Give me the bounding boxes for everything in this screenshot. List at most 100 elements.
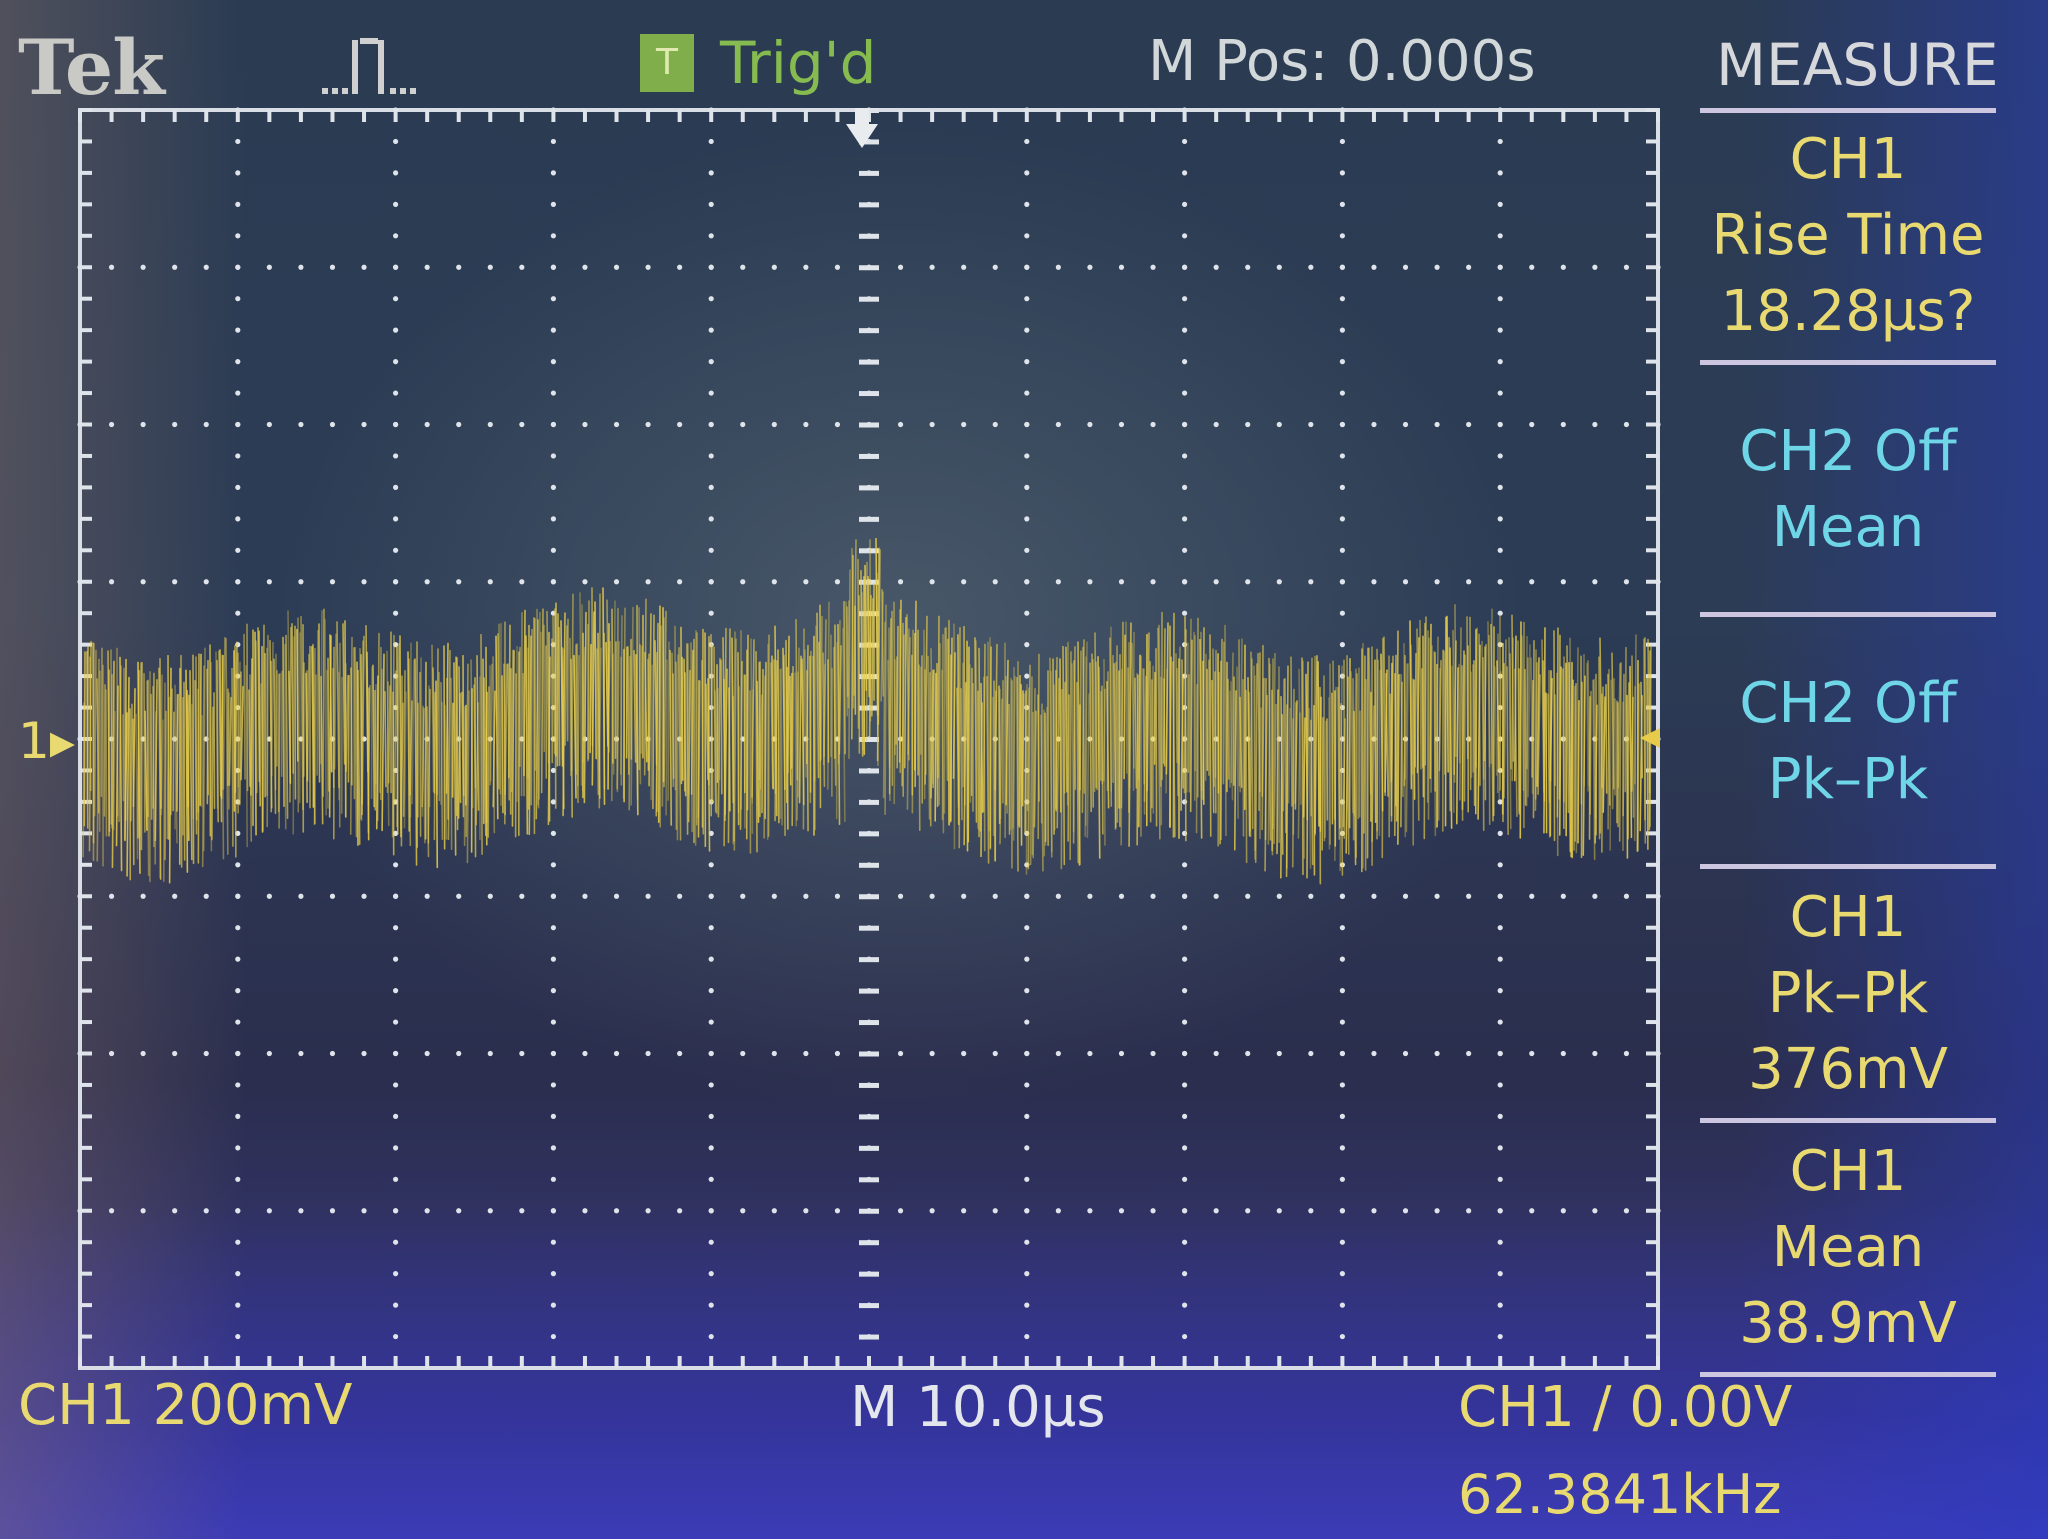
grid-dot xyxy=(519,1208,525,1214)
grid-tick xyxy=(80,328,92,333)
grid-dot xyxy=(708,421,714,428)
grid-dot xyxy=(1024,1019,1030,1025)
trace-segment xyxy=(1259,707,1262,840)
trace-segment xyxy=(846,606,849,698)
grid-dot xyxy=(1024,1271,1030,1277)
grid-dot xyxy=(393,547,399,553)
measurement-value: 38.9mV xyxy=(1739,1291,1957,1356)
trace-segment xyxy=(199,653,202,806)
trace-segment xyxy=(419,671,422,837)
grid-tick xyxy=(78,1356,82,1368)
grid-tick xyxy=(1277,110,1282,122)
grid-dot xyxy=(203,1208,209,1214)
trace-segment xyxy=(1413,679,1416,800)
measurement-ch2-mean[interactable]: CH2 Off Mean xyxy=(1700,414,1996,566)
grid-dot xyxy=(708,1082,714,1088)
grid-tick xyxy=(80,1114,92,1119)
trace-segment xyxy=(918,664,921,832)
grid-dot xyxy=(266,264,272,270)
grid-dot xyxy=(235,547,241,553)
grid-tick xyxy=(1056,1356,1061,1368)
grid-tick xyxy=(80,1051,92,1056)
measurement-ch2-pk-pk[interactable]: CH2 Off Pk–Pk xyxy=(1700,666,1996,818)
grid-dot xyxy=(1560,264,1566,270)
grid-tick xyxy=(1024,110,1029,122)
grid-dot xyxy=(771,579,777,585)
grid-tick xyxy=(1646,1082,1658,1087)
trace-segment xyxy=(638,644,641,771)
grid-dot xyxy=(1308,264,1314,270)
grid-tick xyxy=(930,1356,935,1368)
grid-dot xyxy=(1150,1208,1156,1214)
grid-dot xyxy=(708,956,714,962)
trace-segment xyxy=(1053,684,1056,831)
grid-tick xyxy=(859,359,879,365)
trace-segment xyxy=(1176,668,1179,797)
grid-tick xyxy=(1435,110,1440,122)
measurement-ch1-pk-pk[interactable]: CH1 Pk–Pk 376mV xyxy=(1700,880,1996,1108)
grid-dot xyxy=(550,296,557,302)
grid-dot xyxy=(298,1208,304,1214)
trace-segment xyxy=(1589,690,1592,815)
grid-dot xyxy=(1339,1145,1345,1151)
trace-segment xyxy=(327,657,330,792)
measurement-ch1-mean[interactable]: CH1 Mean 38.9mV xyxy=(1700,1134,1996,1362)
grid-dot xyxy=(235,1333,241,1340)
grid-dot xyxy=(361,893,367,899)
grid-dot xyxy=(235,359,241,365)
grid-dot xyxy=(708,1019,714,1025)
trace-segment xyxy=(587,600,590,760)
grid-dot xyxy=(1024,264,1030,270)
menu-divider xyxy=(1700,864,1996,869)
grid-dot xyxy=(235,296,241,302)
grid-dot xyxy=(1497,359,1503,365)
grid-dot xyxy=(1402,264,1409,270)
trace-segment xyxy=(1338,664,1341,829)
grid-tick xyxy=(859,1177,879,1183)
grid-dot xyxy=(487,264,493,270)
grid-tick xyxy=(1646,233,1658,238)
trace-segment xyxy=(523,609,526,777)
grid-tick xyxy=(859,516,879,522)
trace-segment xyxy=(1101,685,1104,835)
measurement-type: Rise Time xyxy=(1711,203,1985,268)
grid-dot xyxy=(1024,170,1030,176)
grid-dot xyxy=(1339,547,1345,553)
trace-segment xyxy=(1114,661,1117,830)
grid-dot xyxy=(550,925,557,931)
grid-dot xyxy=(393,296,399,302)
grid-dot xyxy=(1024,579,1030,585)
grid-dot xyxy=(550,1050,557,1057)
grid-dot xyxy=(329,579,336,585)
grid-dot xyxy=(1592,579,1598,585)
grid-dot xyxy=(1182,1208,1188,1214)
grid-dot xyxy=(1024,1113,1030,1119)
trace-segment xyxy=(777,649,780,824)
measurement-value: 376mV xyxy=(1748,1037,1948,1102)
grid-dot xyxy=(708,453,714,459)
grid-dot xyxy=(1118,1208,1125,1214)
trace-segment xyxy=(558,626,561,767)
trace-segment xyxy=(487,686,490,838)
grid-dot xyxy=(961,579,967,585)
grid-tick xyxy=(1245,110,1250,122)
grid-tick xyxy=(859,1114,879,1120)
trace-segment xyxy=(1443,650,1446,775)
grid-dot xyxy=(1339,233,1345,239)
trace-segment xyxy=(884,604,887,816)
grid-dot xyxy=(266,1050,272,1057)
grid-dot xyxy=(1623,1208,1630,1214)
grid-dot xyxy=(550,264,557,270)
trace-segment xyxy=(1178,646,1181,765)
grid-dot xyxy=(1402,1208,1409,1214)
trace-segment xyxy=(1282,678,1285,812)
measurement-type: Mean xyxy=(1771,1215,1925,1280)
measurement-type: Pk–Pk xyxy=(1767,961,1929,1026)
grid-dot xyxy=(771,1050,777,1057)
grid-tick xyxy=(859,1240,879,1246)
trace-segment xyxy=(1609,679,1612,851)
measurement-ch1-rise-time[interactable]: CH1 Rise Time 18.28µs? xyxy=(1700,122,1996,350)
grid-dot xyxy=(550,893,557,899)
grid-dot xyxy=(1371,421,1377,428)
grid-dot xyxy=(1339,201,1345,207)
